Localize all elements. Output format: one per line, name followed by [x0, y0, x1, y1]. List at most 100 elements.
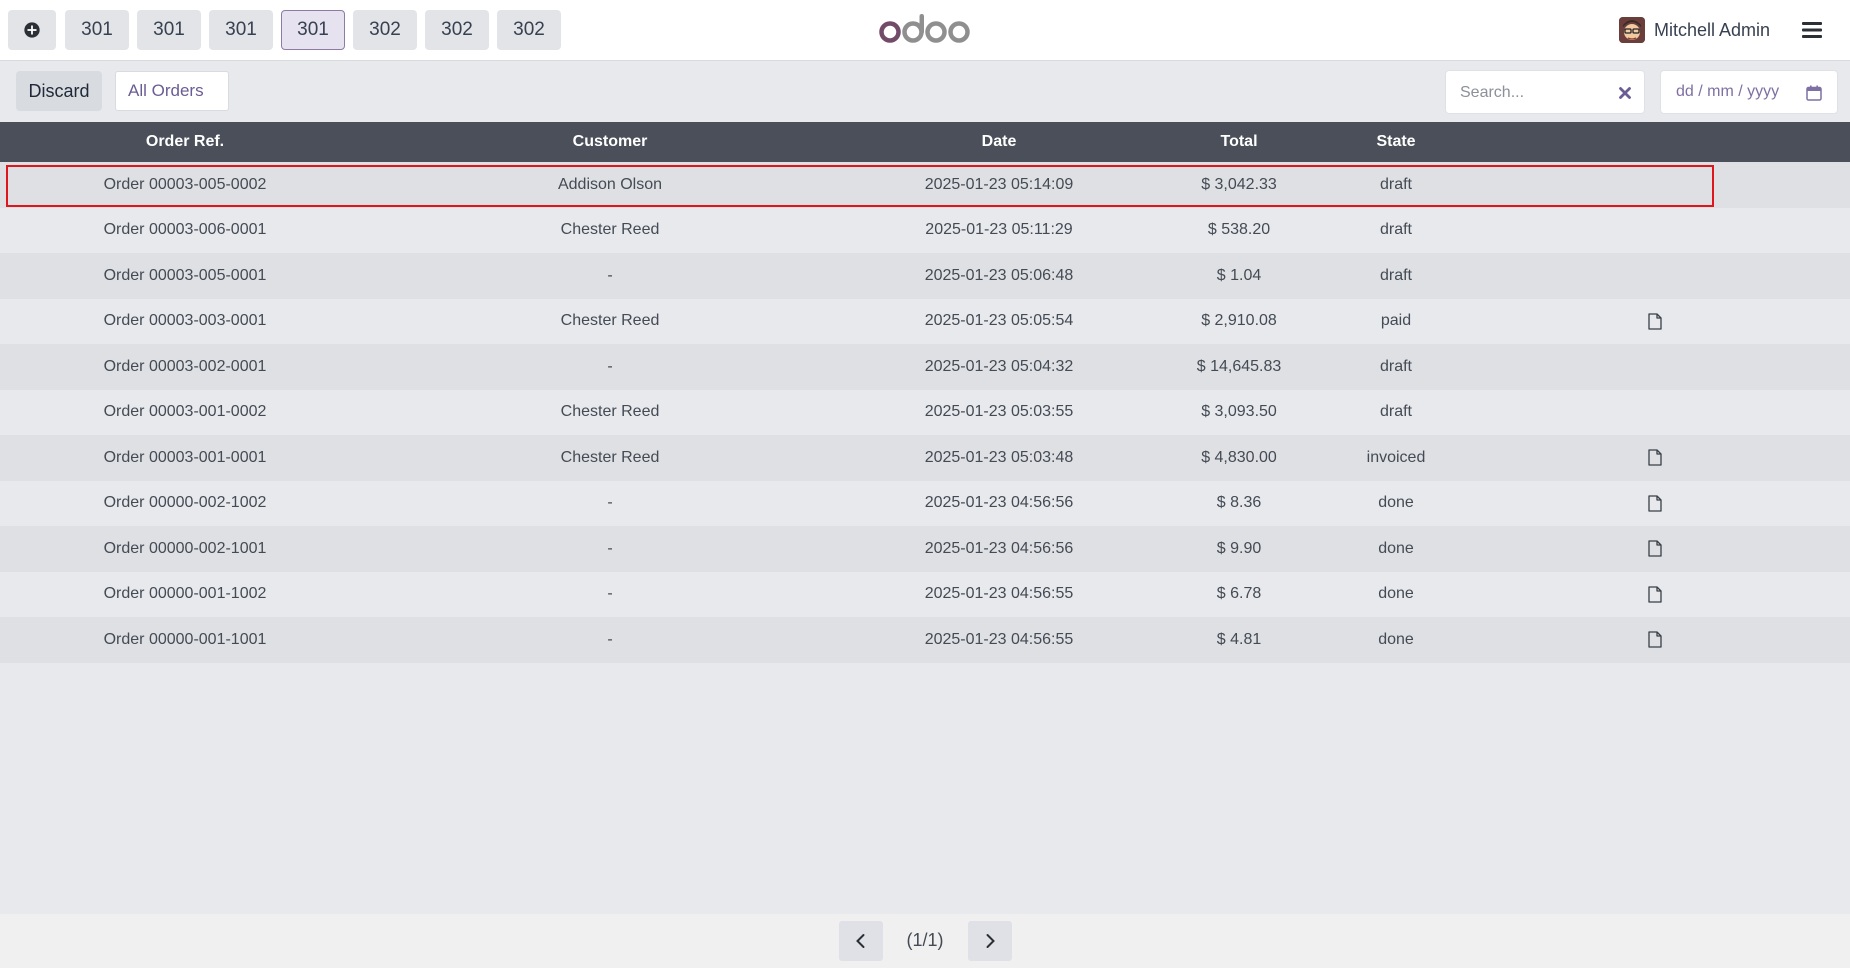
customer-cell: -	[607, 266, 613, 284]
column-header-order-ref: Order Ref.	[145, 133, 225, 150]
document-icon[interactable]	[1648, 495, 1662, 512]
customer-cell: -	[607, 357, 613, 375]
customer-cell: -	[607, 539, 613, 557]
state-cell: done	[1378, 630, 1414, 648]
state-cell: paid	[1380, 312, 1412, 330]
document-icon[interactable]	[1648, 586, 1662, 603]
state-cell: draft	[1379, 403, 1412, 421]
order-ref-cell: Order 00000-001-1001	[103, 630, 267, 648]
date-cell: 2025-01-23 05:14:09	[924, 175, 1074, 193]
hamburger-menu-icon[interactable]	[1800, 18, 1824, 42]
table-row[interactable]: Order 00003-002-0001 - 2025-01-23 05:04:32…	[0, 344, 1850, 390]
total-cell: $ 9.90	[1216, 539, 1262, 557]
table-row[interactable]: Order 00000-001-1001 - 2025-01-23 04:56:55…	[0, 617, 1850, 663]
document-icon[interactable]	[1648, 449, 1662, 466]
odoo-logo	[879, 14, 970, 43]
table-row[interactable]: Order 00003-003-0001 Chester Reed 2025-01-…	[0, 298, 1850, 345]
document-icon[interactable]	[1648, 631, 1662, 648]
table-row[interactable]: Order 00000-001-1002 - 2025-01-23 04:56:55…	[0, 571, 1850, 618]
order-tab[interactable]: 302	[353, 10, 417, 50]
date-cell: 2025-01-23 05:04:32	[924, 357, 1074, 375]
next-page-button[interactable]	[968, 921, 1012, 961]
document-icon[interactable]	[1648, 540, 1662, 557]
chevron-left-icon	[856, 934, 865, 948]
top-navbar: 301 301 301 301 302 302 302 Mitchell Admin	[0, 0, 1850, 61]
date-cell: 2025-01-23 05:03:48	[924, 448, 1074, 466]
customer-cell: -	[607, 585, 613, 603]
receipt-cell	[1462, 481, 1848, 527]
order-tab[interactable]: 302	[425, 10, 489, 50]
date-filter-input[interactable]: dd / mm / yyyy	[1660, 70, 1838, 114]
document-icon[interactable]	[1648, 313, 1662, 330]
table-row[interactable]: Order 00003-005-0002 Addison Olson 2025-01…	[0, 162, 1850, 208]
receipt-cell	[1462, 526, 1848, 572]
table-row[interactable]: Order 00003-001-0002 Chester Reed 2025-01-…	[0, 389, 1850, 435]
user-menu[interactable]: Mitchell Admin	[1619, 14, 1770, 46]
date-cell: 2025-01-23 05:11:29	[925, 221, 1073, 239]
order-ref-cell: Order 00000-001-1002	[103, 585, 267, 603]
column-header-state: State	[1376, 133, 1416, 150]
order-ref-cell: Order 00003-001-0002	[103, 403, 267, 421]
order-tab[interactable]: 301	[137, 10, 201, 50]
avatar	[1619, 17, 1645, 43]
receipt-cell	[1462, 572, 1848, 618]
order-ref-cell: Order 00003-005-0001	[103, 266, 267, 284]
order-tab[interactable]: 301	[281, 10, 345, 50]
receipt-cell	[1462, 617, 1848, 663]
total-cell: $ 4.81	[1216, 630, 1262, 648]
filter-dropdown-button[interactable]: All Orders	[115, 71, 229, 111]
customer-cell: Chester Reed	[560, 448, 660, 466]
order-ref-cell: Order 00003-005-0002	[103, 175, 267, 193]
order-tab[interactable]: 301	[209, 10, 273, 50]
pager-footer: (1/1)	[0, 914, 1850, 968]
date-cell: 2025-01-23 05:06:48	[924, 266, 1074, 284]
order-tab[interactable]: 301	[65, 10, 129, 50]
receipt-cell	[1462, 435, 1848, 481]
search-input[interactable]	[1460, 82, 1610, 104]
order-tab[interactable]: 302	[497, 10, 561, 50]
state-cell: draft	[1379, 266, 1412, 284]
total-cell: $ 4,830.00	[1201, 448, 1277, 466]
customer-cell: Chester Reed	[560, 403, 660, 421]
order-ref-cell: Order 00000-002-1002	[103, 494, 267, 512]
table-row[interactable]: Order 00000-002-1001 - 2025-01-23 04:56:56…	[0, 526, 1850, 572]
state-cell: done	[1378, 539, 1414, 557]
order-ref-cell: Order 00003-003-0001	[103, 312, 267, 330]
chevron-right-icon	[986, 934, 995, 948]
state-cell: done	[1378, 585, 1414, 603]
date-cell: 2025-01-23 04:56:55	[924, 630, 1074, 648]
control-bar: Discard All Orders dd / mm / yyyy	[0, 61, 1850, 122]
user-name: Mitchell Admin	[1654, 19, 1771, 40]
close-icon[interactable]	[1617, 85, 1633, 101]
table-row[interactable]: Order 00000-002-1002 - 2025-01-23 04:56:56…	[0, 480, 1850, 527]
date-cell: 2025-01-23 05:03:55	[924, 403, 1074, 421]
receipt-cell	[1462, 299, 1848, 345]
state-cell: draft	[1379, 357, 1412, 375]
customer-cell: Addison Olson	[557, 175, 663, 193]
column-header-total: Total	[1220, 133, 1258, 150]
date-cell: 2025-01-23 04:56:56	[924, 494, 1074, 512]
table-row[interactable]: Order 00003-006-0001 Chester Reed 2025-01-…	[0, 207, 1850, 253]
order-ref-cell: Order 00003-006-0001	[103, 221, 267, 239]
total-cell: $ 2,910.08	[1201, 312, 1277, 330]
total-cell: $ 6.78	[1216, 585, 1262, 603]
new-order-button[interactable]	[8, 10, 56, 50]
column-header-customer: Customer	[572, 133, 648, 150]
table-row[interactable]: Order 00003-005-0001 - 2025-01-23 05:06:48…	[0, 253, 1850, 299]
calendar-icon[interactable]	[1805, 84, 1823, 102]
date-cell: 2025-01-23 04:56:56	[924, 539, 1074, 557]
total-cell: $ 538.20	[1207, 221, 1271, 239]
table-row[interactable]: Order 00003-001-0001 Chester Reed 2025-01-…	[0, 435, 1850, 481]
previous-page-button[interactable]	[839, 921, 883, 961]
search-box	[1445, 70, 1645, 114]
customer-cell: -	[607, 494, 613, 512]
customer-cell: -	[607, 630, 613, 648]
discard-button[interactable]: Discard	[16, 71, 102, 111]
customer-cell: Chester Reed	[560, 312, 660, 330]
state-cell: invoiced	[1366, 448, 1426, 466]
total-cell: $ 1.04	[1216, 266, 1262, 284]
total-cell: $ 14,645.83	[1196, 357, 1282, 375]
order-ref-cell: Order 00003-001-0001	[103, 448, 267, 466]
date-cell: 2025-01-23 04:56:55	[924, 585, 1074, 603]
total-cell: $ 3,093.50	[1201, 403, 1277, 421]
